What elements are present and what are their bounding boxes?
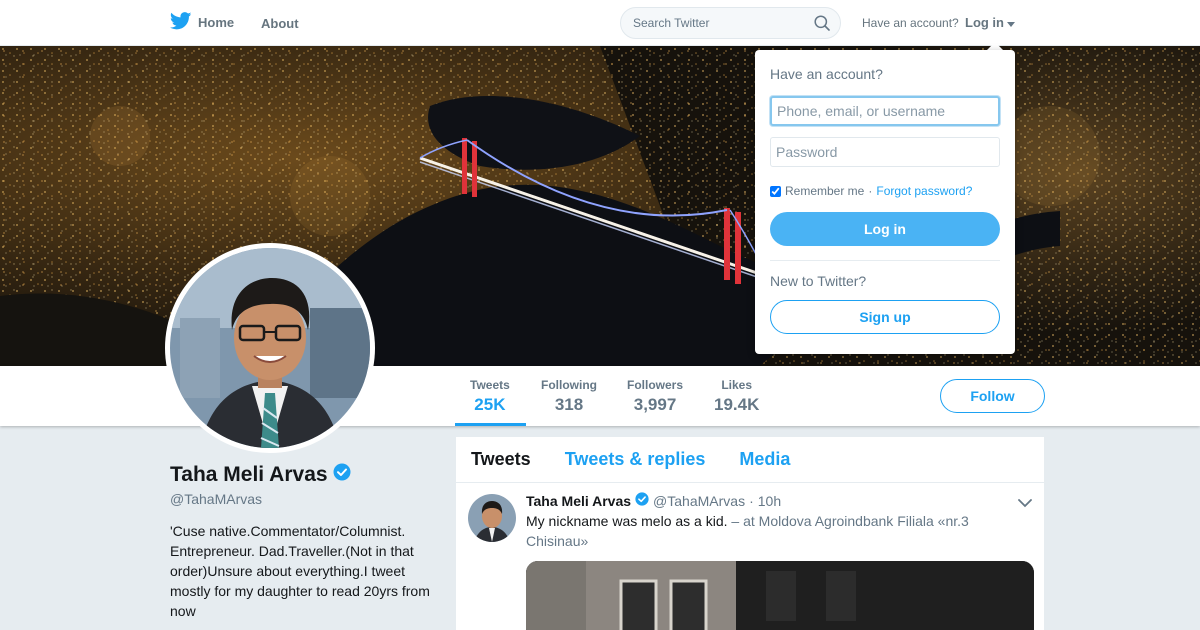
profile-avatar[interactable] xyxy=(165,243,375,453)
top-navigation-bar: Home About Have an account? Log in xyxy=(0,0,1200,46)
twitter-bird-icon xyxy=(169,12,192,33)
profile-handle[interactable]: @TahaMArvas xyxy=(170,491,262,507)
tab-tweets[interactable]: Tweets xyxy=(471,449,531,470)
stat-following[interactable]: Following 318 xyxy=(541,378,597,415)
nav-home-label: Home xyxy=(198,15,235,30)
tweet-separator: · xyxy=(749,492,754,509)
stat-likes[interactable]: Likes 19.4K xyxy=(714,378,759,415)
timeline-tabs: Tweets Tweets & replies Media xyxy=(456,437,1044,483)
active-stat-indicator xyxy=(455,423,526,426)
follow-button[interactable]: Follow xyxy=(940,379,1045,413)
dropdown-title: Have an account? xyxy=(770,66,883,82)
search-icon[interactable] xyxy=(814,15,830,36)
stat-value: 318 xyxy=(554,395,584,414)
tab-tweets-and-replies[interactable]: Tweets & replies xyxy=(565,449,706,470)
stat-label: Tweets xyxy=(470,378,510,392)
nav-home-link[interactable]: Home xyxy=(169,12,235,33)
tweet-media-image[interactable] xyxy=(526,561,1034,630)
tweet-timestamp[interactable]: 10h xyxy=(758,493,781,509)
stat-value: 3,997 xyxy=(633,395,677,414)
stat-value: 25K xyxy=(474,395,506,414)
login-dropdown: Have an account? Remember me · Forgot pa… xyxy=(755,50,1015,354)
remember-me-checkbox[interactable] xyxy=(770,185,781,197)
stat-label: Followers xyxy=(627,378,684,392)
login-menu-toggle[interactable]: Log in xyxy=(965,15,1015,30)
profile-name-text: Taha Meli Arvas xyxy=(170,463,328,486)
tweet-text: My nickname was melo as a kid. – at Mold… xyxy=(526,511,1026,551)
separator-dot: · xyxy=(868,184,873,198)
nav-about-link[interactable]: About xyxy=(261,16,299,31)
search-box xyxy=(620,7,841,39)
tweet-body: My nickname was melo as a kid. xyxy=(526,513,728,529)
tweet-header: Taha Meli Arvas @TahaMArvas · 10h xyxy=(526,492,781,509)
caret-down-icon xyxy=(1007,15,1015,30)
password-field[interactable] xyxy=(770,137,1000,167)
login-button[interactable]: Log in xyxy=(770,212,1000,246)
stat-label: Following xyxy=(541,378,597,392)
remember-me-label[interactable]: Remember me xyxy=(785,184,864,198)
stat-tweets[interactable]: Tweets 25K xyxy=(470,378,510,415)
search-input[interactable] xyxy=(621,8,801,38)
stat-value: 19.4K xyxy=(714,395,760,414)
timeline: Tweets Tweets & replies Media Taha Meli … xyxy=(456,437,1044,630)
username-field[interactable] xyxy=(770,96,1000,126)
profile-bio: 'Cuse native.Commentator/Columnist. Entr… xyxy=(170,523,430,619)
tweet-avatar[interactable] xyxy=(468,494,516,542)
tab-media[interactable]: Media xyxy=(739,449,790,470)
verified-badge-icon xyxy=(333,463,351,487)
profile-name: Taha Meli Arvas xyxy=(170,463,351,487)
signup-button[interactable]: Sign up xyxy=(770,300,1000,334)
verified-badge-icon xyxy=(635,492,649,509)
dropdown-divider xyxy=(770,260,1000,261)
new-to-twitter-text: New to Twitter? xyxy=(770,273,867,289)
stat-label: Likes xyxy=(721,378,753,392)
forgot-password-link[interactable]: Forgot password? xyxy=(876,184,972,198)
stat-followers[interactable]: Followers 3,997 xyxy=(627,378,683,415)
remember-me-row: Remember me · Forgot password? xyxy=(770,184,972,198)
login-link-label: Log in xyxy=(965,15,1004,30)
tweet-author-handle[interactable]: @TahaMArvas xyxy=(653,493,745,509)
tweet-author-name[interactable]: Taha Meli Arvas xyxy=(526,493,631,509)
have-account-text: Have an account? xyxy=(862,16,959,30)
